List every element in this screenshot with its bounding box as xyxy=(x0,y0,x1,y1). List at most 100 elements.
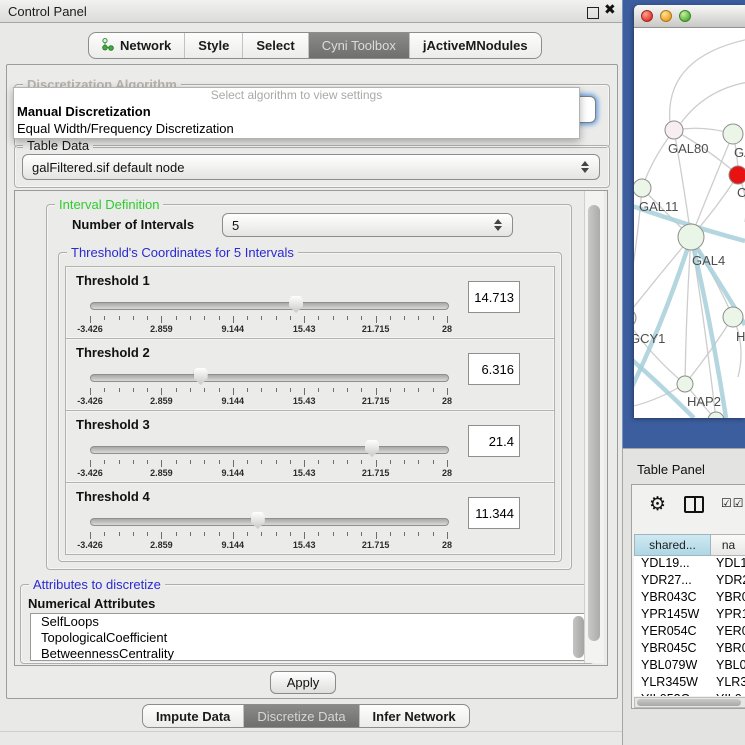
table-horizontal-scrollbar[interactable] xyxy=(634,697,745,708)
attribute-list-item[interactable]: TopologicalCoefficient xyxy=(31,630,586,646)
threshold-panel: Threshold 4-3.4262.8599.14415.4321.71528… xyxy=(65,482,555,555)
apply-button[interactable]: Apply xyxy=(270,671,336,694)
table-row[interactable]: YDL19...YDL1 xyxy=(634,556,745,573)
network-node-ga[interactable] xyxy=(723,124,743,144)
tab-infer-network[interactable]: Infer Network xyxy=(360,705,469,727)
interval-definition-group-title: Interval Definition xyxy=(55,197,163,212)
table-cell-name[interactable]: YDL1 xyxy=(711,556,745,573)
table-cell-name[interactable]: YBL0 xyxy=(711,658,745,675)
table-cell-shared-name[interactable]: YDL19... xyxy=(634,556,711,573)
table-cell-name[interactable]: YBR0 xyxy=(711,641,745,658)
table-cell-name[interactable]: YDR2 xyxy=(711,573,745,590)
tab-network[interactable]: Network xyxy=(89,33,185,58)
float-window-icon[interactable] xyxy=(587,7,599,19)
table-cell-shared-name[interactable]: YBR045C xyxy=(634,641,711,658)
network-node-gcy1[interactable] xyxy=(634,309,636,327)
tab-cyni-toolbox[interactable]: Cyni Toolbox xyxy=(309,33,410,58)
slider-track[interactable] xyxy=(90,302,449,310)
table-row[interactable]: YIL052CYIL0 xyxy=(634,692,745,696)
column-checkboxes-icon[interactable]: ☑☑ xyxy=(721,496,745,510)
tab-discretize-data[interactable]: Discretize Data xyxy=(244,705,359,727)
slider-track[interactable] xyxy=(90,518,449,526)
column-header-shared-name[interactable]: shared... xyxy=(634,534,711,556)
table-cell-shared-name[interactable]: YPR145W xyxy=(634,607,711,624)
network-node-c[interactable] xyxy=(729,166,745,184)
slider-thumb[interactable] xyxy=(365,440,379,457)
threshold-value-input[interactable]: 6.316 xyxy=(468,353,520,385)
network-node-label: GAL80 xyxy=(668,141,708,156)
window-close-traffic-light[interactable] xyxy=(641,10,653,22)
table-cell-shared-name[interactable]: YIL052C xyxy=(634,692,711,696)
tab-style[interactable]: Style xyxy=(185,33,243,58)
control-panel-tabs: Network Style Select Cyni Toolbox jActiv… xyxy=(88,32,542,59)
tab-jactivemnodules[interactable]: jActiveMNodules xyxy=(410,33,541,58)
dropdown-option-manual-discretization[interactable]: Manual Discretization xyxy=(14,103,579,120)
threshold-value-input[interactable]: 21.4 xyxy=(468,425,520,457)
table-cell-shared-name[interactable]: YBR043C xyxy=(634,590,711,607)
network-node-hap2[interactable] xyxy=(677,376,693,392)
threshold-value-input[interactable]: 11.344 xyxy=(468,497,520,529)
slider-track[interactable] xyxy=(90,374,449,382)
algorithm-dropdown-popup: Select algorithm to view settings Manual… xyxy=(13,87,580,139)
combo-arrows-icon xyxy=(494,219,503,231)
table-row[interactable]: YBR045CYBR0 xyxy=(634,641,745,658)
table-cell-name[interactable]: YLR3 xyxy=(711,675,745,692)
numerical-attributes-list: SelfLoopsTopologicalCoefficientBetweenne… xyxy=(30,613,587,661)
table-header-row: shared... na xyxy=(634,534,745,556)
network-node-label: HAP2 xyxy=(687,394,721,409)
table-cell-shared-name[interactable]: YBL079W xyxy=(634,658,711,675)
combo-arrows-icon xyxy=(581,161,590,173)
window-zoom-traffic-light[interactable] xyxy=(679,10,691,22)
network-canvas[interactable]: GAL80GACGAL11GAL4GCY1HHAP2 xyxy=(634,27,745,418)
attribute-list-item[interactable]: SelfLoops xyxy=(31,614,586,630)
table-cell-name[interactable]: YPR1 xyxy=(711,607,745,624)
table-row[interactable]: YPR145WYPR1 xyxy=(634,607,745,624)
window-minimize-traffic-light[interactable] xyxy=(660,10,672,22)
attribute-list-scrollbar-thumb[interactable] xyxy=(573,616,584,658)
slider-track[interactable] xyxy=(90,446,449,454)
slider-thumb[interactable] xyxy=(289,296,303,313)
table-row[interactable]: YBR043CYBR0 xyxy=(634,590,745,607)
slider-tick-labels: -3.4262.8599.14415.4321.71528 xyxy=(90,468,447,479)
table-row[interactable]: YBL079WYBL0 xyxy=(634,658,745,675)
attribute-list-item[interactable]: BetweennessCentrality xyxy=(31,646,586,661)
vertical-scrollbar-thumb[interactable] xyxy=(588,205,600,641)
network-node-gal11[interactable] xyxy=(634,179,651,197)
gear-icon[interactable]: ⚙ xyxy=(649,493,666,515)
table-row[interactable]: YDR27...YDR2 xyxy=(634,573,745,590)
network-window-titlebar[interactable] xyxy=(634,5,745,28)
threshold-slider[interactable]: -3.4262.8599.14415.4321.71528 xyxy=(90,295,447,335)
network-node-h[interactable] xyxy=(723,307,743,327)
cyni-bottom-tabs: Impute Data Discretize Data Infer Networ… xyxy=(142,704,470,728)
table-row[interactable]: YLR345WYLR3 xyxy=(634,675,745,692)
dropdown-option-equal-width-frequency[interactable]: Equal Width/Frequency Discretization xyxy=(14,120,579,137)
table-data-combobox[interactable]: galFiltered.sif default node xyxy=(22,154,600,180)
table-cell-shared-name[interactable]: YER054C xyxy=(634,624,711,641)
threshold-label: Threshold 1 xyxy=(76,273,150,288)
vertical-scrollbar[interactable] xyxy=(584,191,604,663)
table-horizontal-scrollbar-thumb[interactable] xyxy=(637,699,741,706)
table-cell-name[interactable]: YIL0 xyxy=(711,692,745,696)
slider-thumb[interactable] xyxy=(251,512,265,529)
table-cell-shared-name[interactable]: YDR27... xyxy=(634,573,711,590)
network-node-gal80[interactable] xyxy=(665,121,683,139)
network-node-label: GCY1 xyxy=(634,331,665,346)
dropdown-placeholder-item: Select algorithm to view settings xyxy=(14,88,579,103)
threshold-slider[interactable]: -3.4262.8599.14415.4321.71528 xyxy=(90,439,447,479)
table-cell-name[interactable]: YBR0 xyxy=(711,590,745,607)
threshold-value-input[interactable]: 14.713 xyxy=(468,281,520,313)
table-cell-name[interactable]: YER0 xyxy=(711,624,745,641)
slider-thumb[interactable] xyxy=(194,368,208,385)
threshold-slider[interactable]: -3.4262.8599.14415.4321.71528 xyxy=(90,367,447,407)
split-table-icon[interactable] xyxy=(684,496,704,513)
close-icon[interactable]: ✖ xyxy=(604,2,616,18)
threshold-slider[interactable]: -3.4262.8599.14415.4321.71528 xyxy=(90,511,447,551)
table-row[interactable]: YER054CYER0 xyxy=(634,624,745,641)
table-cell-shared-name[interactable]: YLR345W xyxy=(634,675,711,692)
column-header-name[interactable]: na xyxy=(711,534,745,556)
network-node-gal4[interactable] xyxy=(678,224,704,250)
number-of-intervals-combobox[interactable]: 5 xyxy=(222,213,513,237)
tab-select[interactable]: Select xyxy=(243,33,308,58)
threshold-label: Threshold 3 xyxy=(76,417,150,432)
tab-impute-data[interactable]: Impute Data xyxy=(143,705,244,727)
